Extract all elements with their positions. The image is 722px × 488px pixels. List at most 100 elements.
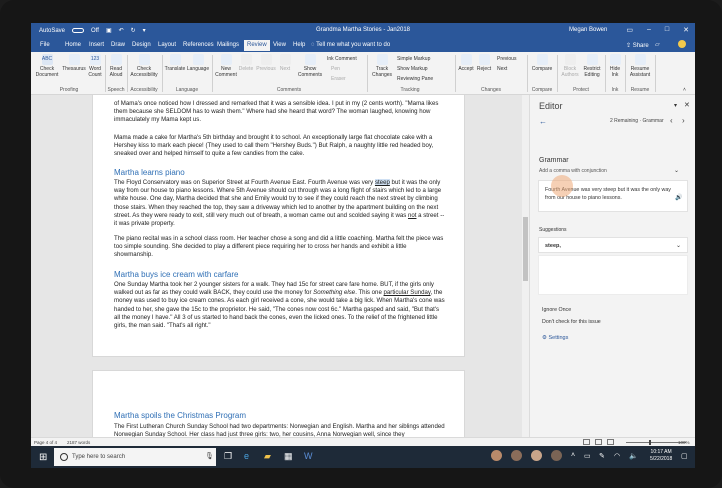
comments-icon[interactable]: ▱ (655, 41, 660, 48)
resume-assistant-button[interactable]: Resume Assistant (627, 54, 653, 78)
accept-button[interactable]: Accept (457, 54, 475, 72)
maximize-icon[interactable]: □ (665, 26, 669, 34)
tab-draw[interactable]: Draw (111, 42, 125, 48)
user-name[interactable]: Megan Bowen (569, 27, 607, 33)
pen-workspace-icon[interactable]: ✎ (599, 452, 605, 460)
print-layout-icon[interactable] (595, 439, 602, 445)
chevron-down-icon[interactable]: ⌄ (676, 242, 681, 249)
previous-comment-button[interactable]: Previous (255, 54, 277, 72)
vertical-scrollbar[interactable] (522, 95, 529, 437)
avatar[interactable] (531, 450, 542, 461)
separator (655, 55, 656, 92)
tab-layout[interactable]: Layout (158, 42, 176, 48)
next-change-button[interactable]: Next (497, 66, 507, 72)
check-accessibility-button[interactable]: Check Accessibility (129, 54, 159, 78)
back-arrow-icon[interactable]: ← (539, 117, 547, 126)
eraser-button[interactable]: Eraser (331, 76, 346, 82)
close-icon[interactable]: ✕ (683, 26, 689, 34)
tab-help[interactable]: Help (293, 42, 305, 48)
settings-link[interactable]: ⚙ Settings (542, 335, 568, 341)
minimize-icon[interactable]: – (647, 26, 651, 34)
scrollbar-thumb[interactable] (523, 217, 528, 281)
word-count-button[interactable]: 123 Word Count (86, 54, 104, 78)
web-layout-icon[interactable] (607, 439, 614, 445)
clock[interactable]: 10:17 AM 5/22/2018 (650, 449, 672, 463)
tab-mailings[interactable]: Mailings (217, 42, 239, 48)
separator (605, 55, 606, 92)
feedback-smiley-icon[interactable] (678, 40, 686, 48)
group-changes: Changes (480, 87, 501, 93)
task-view-icon[interactable]: ❐ (224, 451, 232, 462)
word-count[interactable]: 2187 words (67, 440, 90, 445)
collapse-ribbon-icon[interactable]: ˄ (683, 87, 686, 93)
show-comments-button[interactable]: Show Comments (296, 54, 324, 78)
pane-options-icon[interactable]: ▾ (674, 102, 677, 109)
document-page[interactable]: Martha spoils the Christmas Program The … (92, 370, 465, 437)
read-aloud-button[interactable]: Read Aloud (107, 54, 125, 78)
page-indicator[interactable]: Page 4 of 4 (34, 440, 57, 445)
ink-comment-button[interactable]: Ink Comment (327, 56, 357, 62)
reviewing-pane-button[interactable]: Reviewing Pane (397, 76, 433, 82)
tab-view[interactable]: View (273, 42, 286, 48)
file-explorer-icon[interactable]: ▰ (264, 451, 271, 462)
expand-icon[interactable]: ⌄ (674, 167, 679, 174)
tab-review[interactable]: Review (244, 40, 270, 51)
tab-design[interactable]: Design (132, 42, 151, 48)
read-mode-icon[interactable] (583, 439, 590, 445)
word-app-icon[interactable]: W (304, 451, 313, 461)
delete-comment-button[interactable]: Delete (237, 54, 255, 72)
zoom-slider[interactable] (626, 442, 686, 443)
document-page[interactable]: of Mama's once noticed how I dressed and… (92, 95, 465, 357)
restrict-editing-button[interactable]: Restrict Editing (581, 54, 603, 78)
zoom-slider-thumb[interactable] (649, 440, 651, 445)
share-button[interactable]: ⇪ Share (626, 42, 649, 49)
suggestion-item[interactable]: steep, ⌄ (538, 237, 688, 253)
edge-icon[interactable]: e (244, 451, 249, 461)
tell-me-search[interactable]: ◌ Tell me what you want to do (311, 42, 390, 48)
wifi-icon[interactable]: ◠ (614, 452, 620, 460)
volume-icon[interactable]: 🔈 (629, 452, 638, 460)
close-icon[interactable]: ✕ (684, 101, 690, 109)
new-comment-button[interactable]: New Comment (214, 54, 238, 78)
flagged-word[interactable]: steep (374, 179, 390, 186)
notification-icon[interactable]: ▢ (681, 452, 688, 460)
tab-references[interactable]: References (183, 42, 214, 48)
search-placeholder: Type here to search (72, 454, 126, 460)
store-icon[interactable]: ▦ (284, 451, 293, 462)
next-issue-icon[interactable]: › (682, 116, 685, 125)
group-compare: Compare (531, 87, 553, 93)
dont-check-link[interactable]: Don't check for this issue (542, 319, 601, 325)
compare-button[interactable]: Compare (529, 54, 555, 72)
check-document-button[interactable]: ABC Check Document (34, 54, 60, 78)
hide-ink-button[interactable]: Hide Ink (607, 54, 623, 78)
tab-file[interactable]: File (40, 42, 50, 48)
reject-icon (478, 54, 490, 65)
chevron-up-icon[interactable]: ˄ (571, 452, 575, 459)
ignore-once-link[interactable]: Ignore Once (542, 307, 571, 313)
zoom-level[interactable]: 100% (678, 440, 690, 445)
document-area[interactable]: of Mama's once noticed how I dressed and… (31, 95, 529, 437)
network-icon[interactable]: ▭ (584, 452, 591, 460)
read-aloud-icon[interactable]: 🔊 (675, 194, 682, 201)
windows-start-icon[interactable]: ⊞ (39, 452, 47, 463)
next-comment-button[interactable]: Next (276, 54, 294, 72)
tab-insert[interactable]: Insert (89, 42, 104, 48)
previous-issue-icon[interactable]: ‹ (670, 116, 673, 125)
previous-change-button[interactable]: Previous (497, 56, 516, 62)
thesaurus-button[interactable]: Thesaurus (61, 54, 87, 72)
tab-home[interactable]: Home (65, 42, 81, 48)
language-button[interactable]: Language (186, 54, 210, 72)
show-markup-button[interactable]: Show Markup (397, 66, 428, 72)
block-authors-button[interactable]: Block Authors (559, 54, 581, 78)
reject-button[interactable]: Reject (475, 54, 493, 72)
avatar[interactable] (491, 450, 502, 461)
ribbon-display-icon[interactable]: ▭ (626, 26, 633, 34)
simple-markup-dropdown[interactable]: Simple Markup (397, 56, 430, 62)
track-changes-button[interactable]: Track Changes (370, 54, 394, 78)
avatar[interactable] (551, 450, 562, 461)
avatar[interactable] (511, 450, 522, 461)
pen-button[interactable]: Pen (331, 66, 340, 72)
taskbar-search[interactable]: Type here to search 🎙 (54, 448, 216, 466)
microphone-icon[interactable]: 🎙 (205, 452, 214, 460)
translate-button[interactable]: Translate (164, 54, 186, 72)
